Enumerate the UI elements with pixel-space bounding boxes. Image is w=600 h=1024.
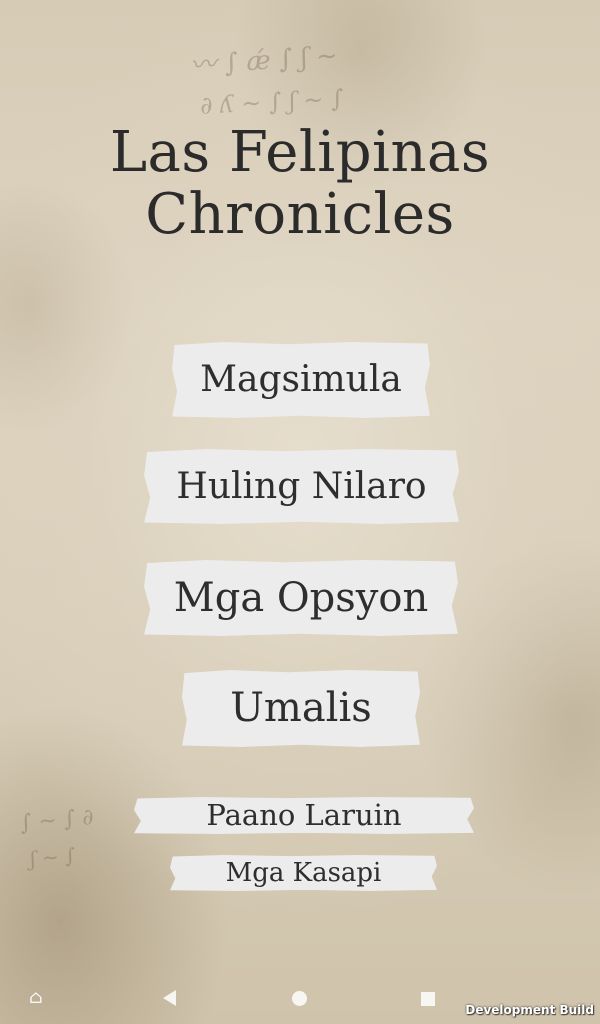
game-title-line2: Chronicles	[145, 182, 455, 247]
quit-button[interactable]: Umalis	[182, 670, 420, 747]
credits-button[interactable]: Mga Kasapi	[170, 855, 437, 891]
development-build-label: Development Build	[465, 1003, 594, 1017]
continue-button[interactable]: Huling Nilaro	[144, 449, 459, 524]
recents-icon[interactable]	[421, 992, 435, 1006]
start-button[interactable]: Magsimula	[172, 342, 430, 418]
options-button[interactable]: Mga Opsyon	[144, 560, 458, 636]
back-icon[interactable]	[163, 990, 176, 1006]
home-icon[interactable]: ⌂	[26, 989, 46, 1007]
home-circle-icon[interactable]	[292, 991, 307, 1006]
game-title: Las Felipinas Chronicles	[0, 122, 600, 246]
game-title-line1: Las Felipinas	[109, 120, 491, 185]
how-to-play-button[interactable]: Paano Laruin	[134, 797, 474, 834]
